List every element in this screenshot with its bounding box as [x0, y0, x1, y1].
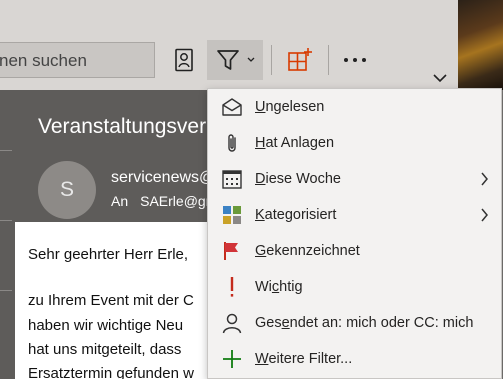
toolbar-separator — [271, 45, 272, 75]
category-icon — [223, 206, 241, 224]
toolbar-separator — [328, 45, 329, 75]
contact-card-icon — [175, 48, 193, 72]
background-photo — [458, 0, 503, 90]
envelope-open-icon — [222, 98, 242, 116]
menu-item-important[interactable]: Wichtig — [208, 269, 501, 305]
menu-item-label: Weitere Filter... — [255, 351, 353, 367]
menu-item-label: Hat Anlagen — [255, 135, 335, 151]
avatar-initial: S — [59, 178, 74, 201]
body-line: zu Ihrem Event mit der C — [28, 292, 194, 309]
menu-item-label: Gekennzeichnet — [255, 243, 360, 259]
avatar: S — [38, 161, 96, 219]
expand-ribbon-button[interactable] — [430, 70, 450, 86]
paperclip-icon — [228, 134, 236, 152]
chevron-right-icon — [481, 172, 488, 186]
person-icon — [222, 313, 242, 334]
menu-item-more-filters[interactable]: Weitere Filter... — [208, 341, 501, 377]
to-label: An — [111, 193, 129, 209]
chevron-down-icon — [247, 57, 254, 62]
body-line: hat uns mitgeteilt, dass — [28, 341, 182, 358]
chevron-down-icon — [433, 74, 447, 83]
menu-item-flagged[interactable]: Gekennzeichnet — [208, 233, 501, 269]
more-options-button[interactable] — [338, 40, 372, 80]
message-title: Veranstaltungsver — [38, 115, 207, 138]
filter-button[interactable] — [207, 40, 263, 80]
menu-item-label: Gesendet an: mich oder CC: mich — [255, 315, 474, 331]
body-line: Ersatztermin gefunden w — [28, 365, 194, 379]
chevron-right-icon — [481, 208, 488, 222]
menu-item-this-week[interactable]: Diese Woche — [208, 161, 501, 197]
filter-icon — [216, 50, 239, 70]
add-column-icon — [288, 48, 312, 71]
exclamation-icon — [230, 277, 234, 297]
menu-item-has-attachments[interactable]: Hat Anlagen — [208, 125, 501, 161]
more-icon — [344, 58, 366, 62]
add-column-button[interactable] — [285, 40, 315, 80]
message-body: Sehr geehrter Herr Erle, zu Ihrem Event … — [15, 222, 210, 379]
menu-item-sent-to-me[interactable]: Gesendet an: mich oder CC: mich — [208, 305, 501, 341]
menu-item-unread[interactable]: Ungelesen — [208, 89, 501, 125]
menu-item-categorized[interactable]: Kategorisiert — [208, 197, 501, 233]
search-placeholder: nen suchen — [0, 51, 87, 70]
menu-item-label: Kategorisiert — [255, 207, 337, 223]
filter-menu: Ungelesen Hat Anlagen Diese Woche Katego… — [207, 88, 502, 379]
menu-item-label: Ungelesen — [255, 99, 325, 115]
plus-icon — [223, 350, 241, 368]
sender-name[interactable]: servicenews@ — [111, 169, 207, 187]
flag-icon — [224, 242, 238, 260]
contact-card-button[interactable] — [170, 40, 198, 80]
recipient-address[interactable]: SAErle@gr — [140, 193, 207, 209]
recipient-row: An SAErle@gr — [111, 193, 207, 209]
body-line: Sehr geehrter Herr Erle, — [28, 246, 189, 263]
menu-item-label: Wichtig — [255, 279, 303, 295]
calendar-icon — [222, 170, 242, 189]
body-line: haben wir wichtige Neu — [28, 317, 184, 334]
folder-pane-edge — [0, 90, 16, 379]
menu-item-label: Diese Woche — [255, 171, 341, 187]
search-input[interactable]: nen suchen — [0, 42, 155, 78]
